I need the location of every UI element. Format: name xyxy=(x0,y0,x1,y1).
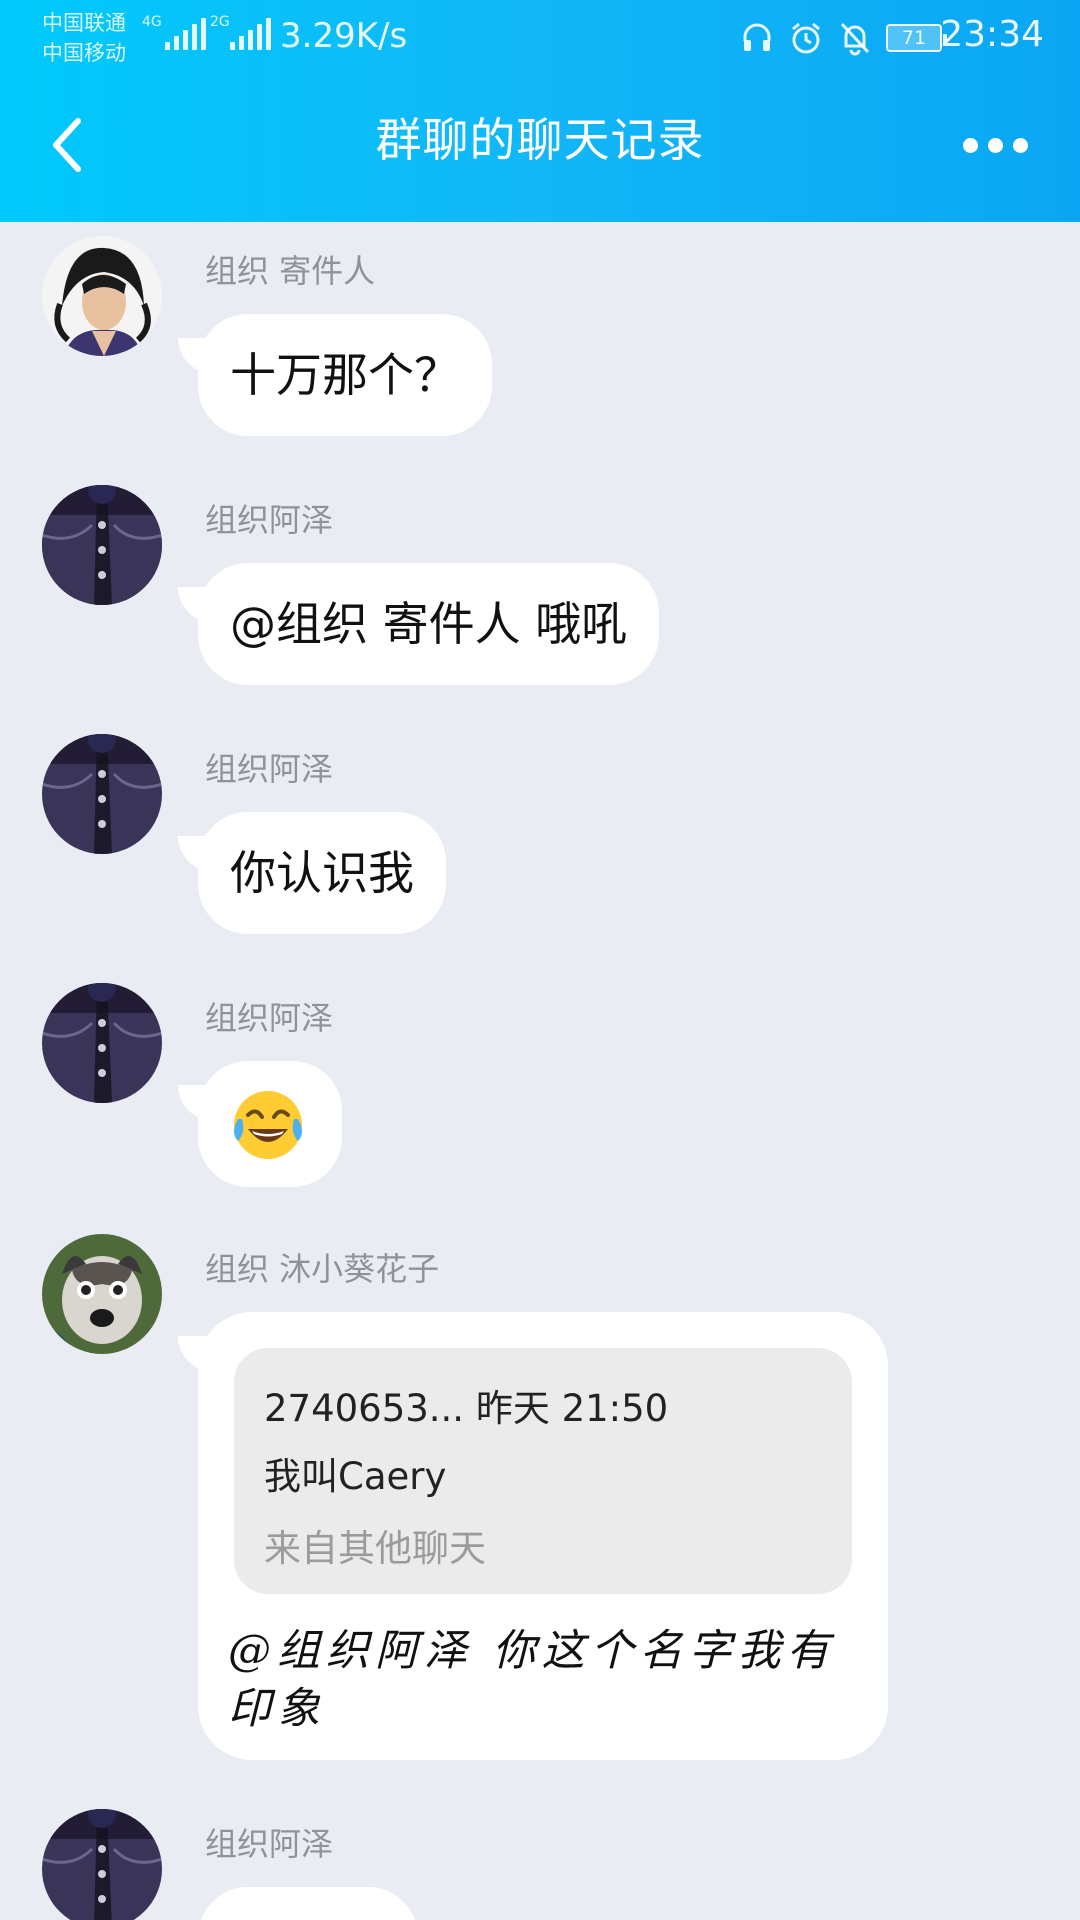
carrier-1: 中国联通 xyxy=(42,11,126,35)
more-dots-icon xyxy=(962,137,978,153)
message-bubble[interactable]: 2740653... 昨天 21:50 我叫Caery 来自其他聊天 @组织阿泽… xyxy=(198,1312,888,1760)
net-type-1: 4G xyxy=(142,14,162,30)
message-bubble[interactable]: 你认识我 xyxy=(198,812,446,934)
message-bubble[interactable] xyxy=(198,1061,342,1187)
page-title: 群聊的聊天记录 xyxy=(375,113,705,167)
nav-bar: 群聊的聊天记录 xyxy=(0,80,1080,222)
avatar[interactable] xyxy=(42,1809,162,1920)
status-time: 23:34 xyxy=(940,14,1044,55)
sender-name: 组织阿泽 xyxy=(205,501,334,539)
quoted-message-card[interactable]: 2740653... 昨天 21:50 我叫Caery 来自其他聊天 xyxy=(234,1348,852,1594)
sender-name: 组织 寄件人 xyxy=(205,252,376,290)
message-bubble[interactable]: @组织 寄件人 哦吼 xyxy=(198,563,660,685)
avatar[interactable] xyxy=(42,734,162,854)
avatar[interactable] xyxy=(42,485,162,605)
avatar[interactable] xyxy=(42,1234,162,1354)
sender-name: 组织 沐小葵花子 xyxy=(205,1250,440,1288)
avatar-denim-image xyxy=(42,485,162,605)
carrier-labels: 中国联通 中国移动 xyxy=(42,8,152,68)
mute-bell-icon xyxy=(840,22,870,56)
avatar-husky-image xyxy=(42,1234,162,1354)
quote-meta: 2740653... 昨天 21:50 xyxy=(264,1387,669,1430)
status-icons: 71 xyxy=(740,16,947,60)
avatar[interactable] xyxy=(42,983,162,1103)
quote-source: 来自其他聊天 xyxy=(264,1527,486,1570)
tears-of-joy-emoji-icon xyxy=(234,1091,302,1159)
quote-text: 我叫Caery xyxy=(264,1455,447,1498)
message-bubble[interactable]: 十万那个？ xyxy=(198,314,492,436)
status-bar: 中国联通 中国移动 4G 2G 3.29K/s 71 23:34 xyxy=(0,0,1080,80)
net-type-2: 2G xyxy=(210,14,230,30)
sender-name: 组织阿泽 xyxy=(205,750,334,788)
sender-name: 组织阿泽 xyxy=(205,999,334,1037)
avatar-denim-image xyxy=(42,1809,162,1920)
reply-text: @组织阿泽 你这个名字我有印象 xyxy=(228,1626,836,1734)
sender-name: 组织阿泽 xyxy=(205,1825,334,1863)
avatar-denim-image xyxy=(42,734,162,854)
chat-history[interactable]: 组织 寄件人 十万那个？ 组织阿泽 @组织 寄件人 哦吼 组织阿泽 你认识我 组… xyxy=(0,222,1080,1920)
more-button[interactable] xyxy=(950,120,1040,170)
header: 中国联通 中国移动 4G 2G 3.29K/s 71 23:34 群聊的聊天记录 xyxy=(0,0,1080,222)
avatar[interactable] xyxy=(42,236,162,356)
battery-icon: 71 xyxy=(886,24,947,52)
signal-2-icon xyxy=(230,16,271,50)
avatar-anime-image xyxy=(42,236,162,356)
headset-icon xyxy=(743,23,771,51)
network-speed: 3.29K/s xyxy=(280,16,408,56)
message-bubble[interactable] xyxy=(198,1887,418,1920)
signal-1-icon xyxy=(165,16,206,50)
avatar-denim-image xyxy=(42,983,162,1103)
carrier-2: 中国移动 xyxy=(42,41,126,65)
alarm-icon xyxy=(792,22,820,54)
